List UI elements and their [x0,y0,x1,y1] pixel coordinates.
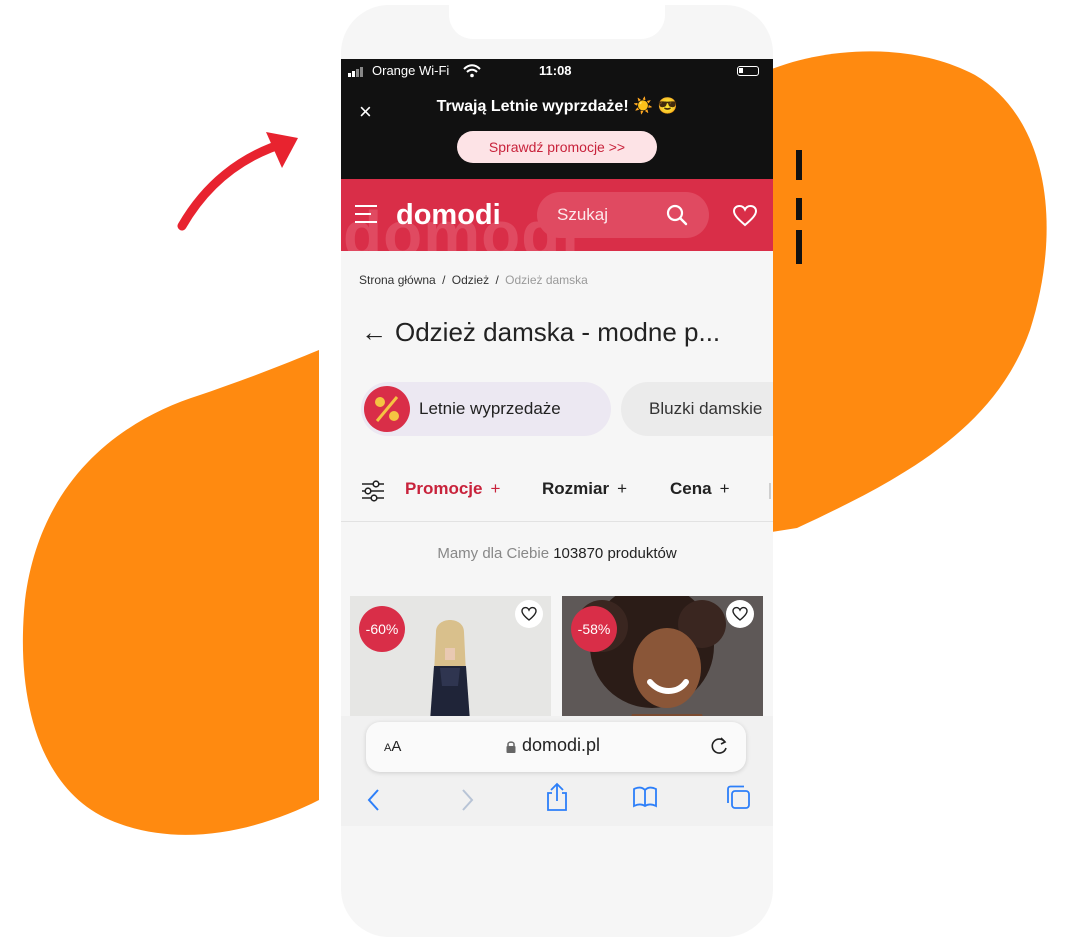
page-title-text: Odzież damska - modne p... [395,317,721,347]
phone-frame: Orange Wi-Fi 11:08 × Trwają Letnie wyprz… [341,5,773,937]
filter-price[interactable]: Cena + [670,479,730,499]
results-count: Mamy dla Ciebie 103870 produktów [437,545,677,562]
chip-blouses[interactable]: Bluzki damskie [621,382,773,436]
search-placeholder: Szukaj [557,205,609,224]
sale-percent-icon [364,386,410,432]
breadcrumb-clothing[interactable]: Odzież [452,273,489,287]
breadcrumb: Strona główna / Odzież / Odzież damska [359,273,588,287]
status-bar: Orange Wi-Fi 11:08 [341,59,773,83]
back-icon[interactable] [366,788,382,812]
filter-size[interactable]: Rozmiar + [542,479,627,499]
filter-overflow-divider [769,483,771,499]
plus-icon: + [617,479,628,498]
menu-icon[interactable] [355,203,379,225]
search-icon[interactable] [665,203,689,227]
signal-icon [348,67,363,77]
carrier-label: Orange Wi-Fi [372,63,450,78]
check-promotions-button[interactable]: Sprawdź promocje >> [457,131,657,163]
forward-icon[interactable] [459,788,475,812]
chip-summer-sale[interactable]: Letnie wyprzedaże [361,382,611,436]
discount-badge: -58% [571,606,617,652]
page-title: ← Odzież damska - modne p... [361,317,720,348]
chip-label: Letnie wyprzedaże [419,399,561,418]
text-size-button[interactable]: AA [384,738,401,755]
divider [341,521,773,522]
promo-title: Trwają Letnie wyprzdaże! ☀️ 😎 [436,98,678,115]
battery-icon [737,66,759,76]
wishlist-heart-icon[interactable] [515,600,543,628]
wishlist-heart-icon[interactable] [726,600,754,628]
discount-badge: -60% [359,606,405,652]
filter-sliders-icon[interactable] [361,480,385,502]
breadcrumb-separator: / [442,273,446,287]
promo-banner: × Trwają Letnie wyprzdaże! ☀️ 😎 Sprawdź … [341,83,773,179]
browser-bottom-bar: AA domodi.pl [341,716,773,826]
lock-icon [506,741,516,753]
results-number: 103870 [553,545,604,562]
breadcrumb-separator: / [495,273,499,287]
bookmarks-icon[interactable] [632,786,658,808]
wifi-icon [463,64,481,78]
heart-icon[interactable] [732,205,758,227]
clock: 11:08 [539,63,572,78]
back-arrow-icon[interactable]: ← [361,317,387,347]
browser-screen: Orange Wi-Fi 11:08 × Trwają Letnie wyprz… [341,59,773,826]
tabs-icon[interactable] [725,784,751,810]
chip-label: Bluzki damskie [649,399,763,418]
filter-promotions[interactable]: Promocje + [405,479,500,499]
site-logo[interactable]: domodi [396,199,501,232]
plus-icon: + [490,479,501,498]
plus-icon: + [719,479,730,498]
url-domain: domodi.pl [522,735,601,755]
address-bar[interactable]: AA domodi.pl [366,722,746,772]
filter-bar: Promocje + Rozmiar + Cena + [341,469,773,522]
search-input[interactable]: Szukaj [537,192,709,238]
reload-icon[interactable] [710,736,730,756]
breadcrumb-current: Odzież damska [505,273,588,287]
phone-notch [449,5,665,39]
site-header: domodi domodi Szukaj [341,179,773,251]
share-icon[interactable] [544,782,570,812]
breadcrumb-home[interactable]: Strona główna [359,273,436,287]
category-chips: Letnie wyprzedaże Bluzki damskie [361,382,773,436]
pointer-arrow-icon [177,132,298,231]
